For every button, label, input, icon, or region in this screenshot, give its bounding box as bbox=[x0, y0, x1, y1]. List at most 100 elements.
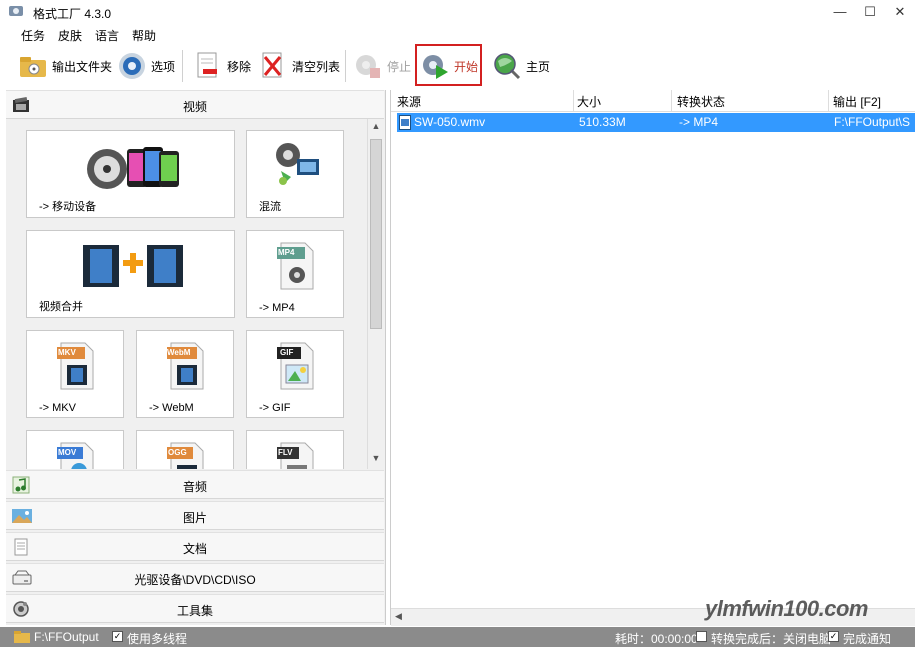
window-title: 格式工厂 4.3.0 bbox=[33, 7, 112, 21]
task-list-panel: 来源 大小 转换状态 输出 [F2] SW-050.wmv 510.33M ->… bbox=[390, 90, 915, 626]
options-label: 选项 bbox=[151, 59, 176, 74]
task-output: F:\FFOutput\S bbox=[834, 115, 911, 129]
mux-icon bbox=[276, 143, 319, 185]
task-size: 510.33M bbox=[579, 115, 626, 129]
flv-badge: FLV bbox=[278, 448, 293, 457]
category-tools-label: 工具集 bbox=[176, 604, 213, 618]
app-window: 格式工厂 4.3.0 — ☐ ✕ 任务 皮肤 语言 帮助 输出文件夹 选项 移除… bbox=[0, 0, 915, 647]
gif-badge: GIF bbox=[280, 348, 294, 357]
tile-flv[interactable]: FLV bbox=[246, 430, 344, 469]
mov-badge: MOV bbox=[58, 448, 77, 457]
elapsed-time: 耗时：00:00:00 bbox=[615, 632, 698, 646]
tile-mkv[interactable]: MKV -> MKV bbox=[26, 330, 124, 418]
folder-icon bbox=[14, 631, 30, 643]
task-row[interactable]: SW-050.wmv 510.33M -> MP4 F:\FFOutput\S bbox=[397, 113, 915, 132]
tile-webm-label: -> WebM bbox=[149, 402, 194, 414]
video-tiles-grid: -> 移动设备 混流 视频合并 MP4 -> MP4 MKV -> MKV We… bbox=[6, 119, 366, 469]
category-video[interactable]: 视频 bbox=[6, 90, 384, 119]
category-optical-label: 光驱设备\DVD\CD\ISO bbox=[134, 573, 256, 587]
watermark: ylmfwin100.com bbox=[705, 596, 868, 621]
title-bar: 格式工厂 4.3.0 — ☐ ✕ bbox=[0, 0, 915, 24]
category-tools[interactable]: 工具集 bbox=[6, 594, 384, 623]
column-divider[interactable] bbox=[573, 90, 574, 111]
multithread-checkbox[interactable]: ✓ bbox=[112, 631, 123, 642]
column-source[interactable]: 来源 bbox=[397, 93, 421, 110]
remove-button[interactable]: 移除 bbox=[193, 48, 251, 84]
column-divider[interactable] bbox=[828, 90, 829, 111]
after-convert-checkbox[interactable] bbox=[696, 631, 707, 642]
column-status[interactable]: 转换状态 bbox=[677, 93, 725, 110]
output-folder-label: 输出文件夹 bbox=[52, 59, 113, 74]
status-bar: F:\FFOutput ✓ 使用多线程 耗时：00:00:00 转换完成后：关闭… bbox=[0, 627, 915, 647]
minimize-button[interactable]: — bbox=[825, 2, 855, 22]
options-button[interactable]: 选项 bbox=[117, 48, 175, 84]
category-audio[interactable]: 音频 bbox=[6, 470, 384, 499]
home-button[interactable]: 主页 bbox=[492, 48, 550, 84]
tile-mkv-label: -> MKV bbox=[39, 402, 76, 414]
tile-join[interactable]: 视频合并 bbox=[26, 230, 235, 318]
tile-webm[interactable]: WebM -> WebM bbox=[136, 330, 234, 418]
after-convert-label: 转换完成后：关闭电脑 bbox=[711, 632, 832, 646]
task-source: SW-050.wmv bbox=[414, 115, 486, 129]
scroll-thumb[interactable] bbox=[370, 139, 382, 329]
scroll-left-icon[interactable]: ◀ bbox=[395, 611, 402, 622]
toolbar-divider bbox=[345, 50, 346, 82]
menu-skin[interactable]: 皮肤 bbox=[58, 27, 82, 44]
menu-language[interactable]: 语言 bbox=[95, 27, 119, 44]
close-button[interactable]: ✕ bbox=[885, 2, 915, 22]
video-file-icon bbox=[399, 115, 411, 130]
category-image-label: 图片 bbox=[182, 511, 207, 525]
tile-mp4[interactable]: MP4 -> MP4 bbox=[246, 230, 344, 318]
webm-badge: WebM bbox=[167, 348, 191, 357]
tile-mux[interactable]: 混流 bbox=[246, 130, 344, 218]
column-output[interactable]: 输出 [F2] bbox=[833, 93, 881, 110]
tile-mov[interactable]: MOV bbox=[26, 430, 124, 469]
category-audio-label: 音频 bbox=[182, 480, 207, 494]
category-video-label: 视频 bbox=[182, 100, 207, 114]
task-list-header: 来源 大小 转换状态 输出 [F2] bbox=[391, 90, 915, 112]
app-icon bbox=[8, 4, 24, 18]
home-icon bbox=[492, 51, 522, 81]
video-join-icon bbox=[83, 245, 183, 287]
menu-bar: 任务 皮肤 语言 帮助 bbox=[0, 24, 915, 44]
clear-list-label: 清空列表 bbox=[292, 59, 341, 74]
mkv-badge: MKV bbox=[58, 348, 76, 357]
scroll-down-icon[interactable]: ▼ bbox=[368, 453, 384, 467]
category-image[interactable]: 图片 bbox=[6, 501, 384, 530]
category-document[interactable]: 文档 bbox=[6, 532, 384, 561]
category-panel: 视频 -> 移动设备 混流 视频合并 MP4 -> MP4 MKV -> MKV… bbox=[6, 90, 386, 625]
remove-icon bbox=[193, 51, 223, 81]
remove-label: 移除 bbox=[227, 59, 252, 74]
start-button-highlight bbox=[415, 44, 482, 86]
tile-join-label: 视频合并 bbox=[39, 301, 83, 313]
output-folder-button[interactable]: 输出文件夹 bbox=[18, 48, 112, 84]
toolbar-divider bbox=[182, 50, 183, 82]
stop-label: 停止 bbox=[387, 59, 412, 74]
maximize-button[interactable]: ☐ bbox=[855, 2, 885, 22]
scroll-up-icon[interactable]: ▲ bbox=[368, 121, 384, 135]
mobile-devices-icon bbox=[87, 147, 179, 189]
home-label: 主页 bbox=[526, 59, 551, 74]
menu-task[interactable]: 任务 bbox=[21, 27, 45, 44]
ogg-badge: OGG bbox=[168, 448, 187, 457]
tile-gif[interactable]: GIF -> GIF bbox=[246, 330, 344, 418]
clear-list-icon bbox=[258, 51, 288, 81]
notify-checkbox[interactable]: ✓ bbox=[828, 631, 839, 642]
column-divider[interactable] bbox=[671, 90, 672, 111]
tiles-scrollbar[interactable]: ▲ ▼ bbox=[367, 119, 385, 469]
column-size[interactable]: 大小 bbox=[577, 93, 601, 110]
stop-icon bbox=[353, 51, 383, 81]
notify-label: 完成通知 bbox=[843, 632, 892, 646]
tile-mobile-label: -> 移动设备 bbox=[39, 201, 97, 213]
mp4-badge: MP4 bbox=[278, 248, 295, 257]
clear-list-button[interactable]: 清空列表 bbox=[258, 48, 340, 84]
tile-mux-label: 混流 bbox=[259, 201, 281, 213]
stop-button[interactable]: 停止 bbox=[353, 48, 411, 84]
output-path[interactable]: F:\FFOutput bbox=[34, 630, 99, 644]
tile-ogg[interactable]: OGG bbox=[136, 430, 234, 469]
menu-help[interactable]: 帮助 bbox=[132, 27, 156, 44]
category-optical[interactable]: 光驱设备\DVD\CD\ISO bbox=[6, 563, 384, 592]
tile-mobile[interactable]: -> 移动设备 bbox=[26, 130, 235, 218]
category-document-label: 文档 bbox=[182, 542, 207, 556]
options-icon bbox=[117, 51, 147, 81]
